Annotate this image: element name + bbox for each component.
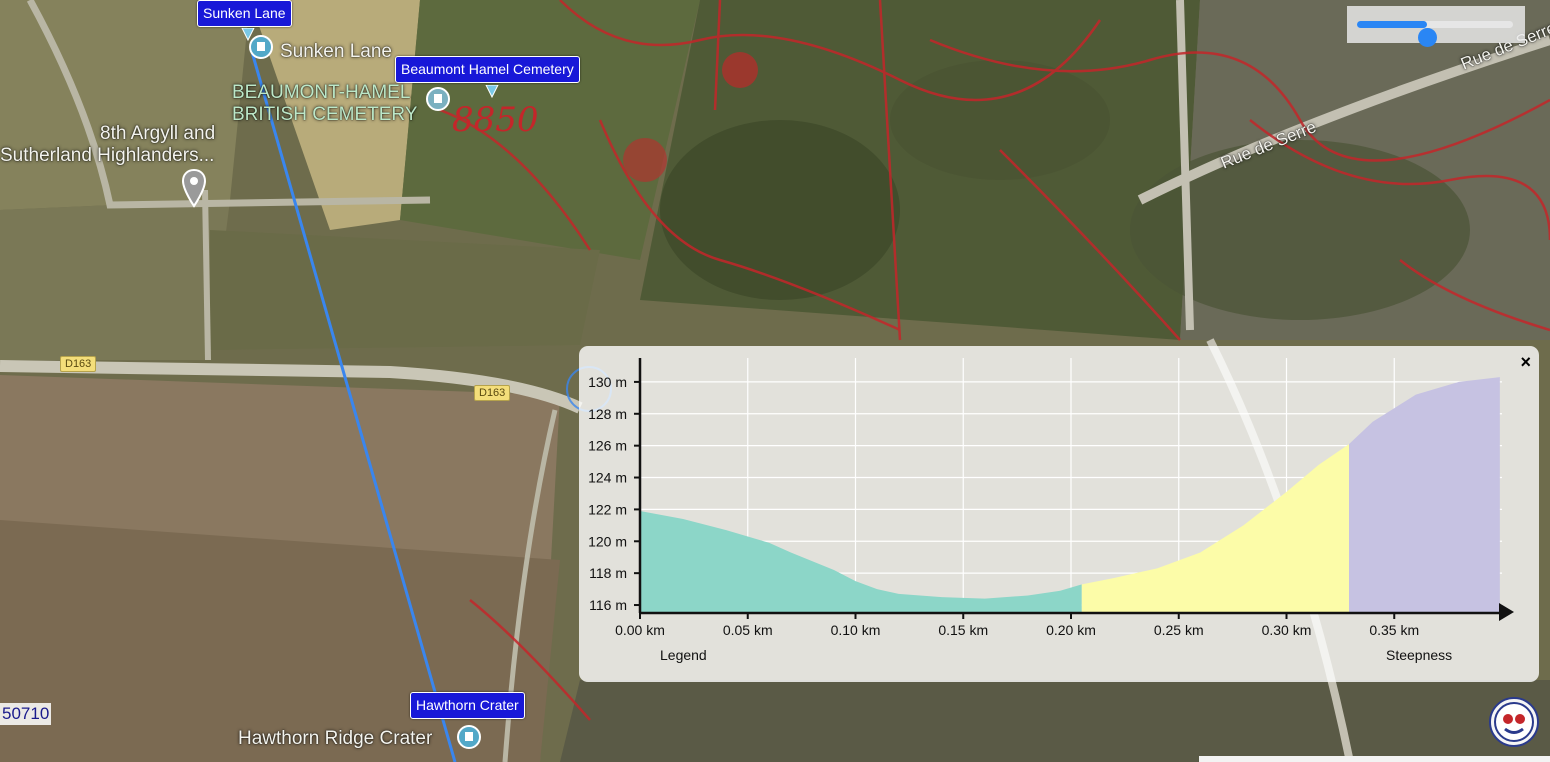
place-label-argyll: Sutherland Highlanders... xyxy=(0,145,215,166)
bottom-strip xyxy=(1199,756,1550,762)
elevation-chart: 116 m 118 m 120 m 122 m 124 m 126 m 128 m 130 m… xyxy=(588,358,1514,663)
place-label-cemetery: BRITISH CEMETERY xyxy=(232,104,418,125)
road-badge-d163: D163 xyxy=(60,356,97,372)
x-tick-label: 0.05 km xyxy=(723,622,773,638)
y-tick-label: 124 m xyxy=(588,470,627,486)
location-pin-icon[interactable] xyxy=(181,168,207,210)
x-axis-ticks: 0.00 km 0.05 km 0.10 km 0.15 km 0.20 km 0.25 … xyxy=(615,613,1419,638)
close-profile-button[interactable]: × xyxy=(1520,352,1531,373)
trench-number-label: 8850 xyxy=(452,100,539,140)
monument-icon[interactable] xyxy=(248,34,274,64)
x-tick-label: 0.25 km xyxy=(1154,622,1204,638)
logo-emblem-icon xyxy=(1494,702,1534,742)
x-tick-label: 0.00 km xyxy=(615,622,665,638)
marker-hawthorn-crater[interactable]: Hawthorn Crater xyxy=(410,692,525,719)
monument-icon[interactable] xyxy=(456,724,482,754)
place-label-sunken-lane: Sunken Lane xyxy=(280,41,392,62)
x-tick-label: 0.15 km xyxy=(938,622,988,638)
legend-label[interactable]: Legend xyxy=(660,647,707,663)
y-tick-label: 120 m xyxy=(588,533,627,549)
place-label-hawthorn-ridge: Hawthorn Ridge Crater xyxy=(238,728,433,749)
y-tick-label: 118 m xyxy=(589,565,627,581)
road-badge-d163: D163 xyxy=(474,385,511,401)
x-tick-label: 0.35 km xyxy=(1369,622,1419,638)
marker-beaumont-hamel-cemetery[interactable]: Beaumont Hamel Cemetery xyxy=(395,56,580,83)
x-tick-label: 0.20 km xyxy=(1046,622,1096,638)
y-tick-label: 116 m xyxy=(589,597,627,613)
slider-fill xyxy=(1357,21,1428,28)
slider-track[interactable] xyxy=(1357,21,1513,47)
steepness-label[interactable]: Steepness xyxy=(1386,647,1452,663)
x-tick-label: 0.30 km xyxy=(1262,622,1312,638)
place-label-argyll: 8th Argyll and xyxy=(100,123,216,144)
profile-end-marker-icon xyxy=(1499,603,1514,621)
y-axis-ticks: 116 m 118 m 120 m 122 m 124 m 126 m 128 m 130 m xyxy=(588,374,640,613)
y-tick-label: 126 m xyxy=(588,438,627,454)
coordinate-readout: 50710 xyxy=(0,703,52,725)
overlay-opacity-slider[interactable] xyxy=(1347,6,1525,47)
elevation-profile-panel: 116 m 118 m 120 m 122 m 124 m 126 m 128 m 130 m… xyxy=(579,346,1539,682)
x-tick-label: 0.10 km xyxy=(831,622,881,638)
place-label-cemetery: BEAUMONT-HAMEL xyxy=(232,82,411,103)
marker-sunken-lane[interactable]: Sunken Lane xyxy=(197,0,292,27)
y-tick-label: 128 m xyxy=(588,406,627,422)
y-tick-label: 122 m xyxy=(588,501,627,517)
y-tick-label: 130 m xyxy=(588,374,627,390)
monument-icon[interactable] xyxy=(425,86,451,116)
marker-pointer-icon xyxy=(485,85,499,99)
site-logo[interactable] xyxy=(1489,697,1539,747)
